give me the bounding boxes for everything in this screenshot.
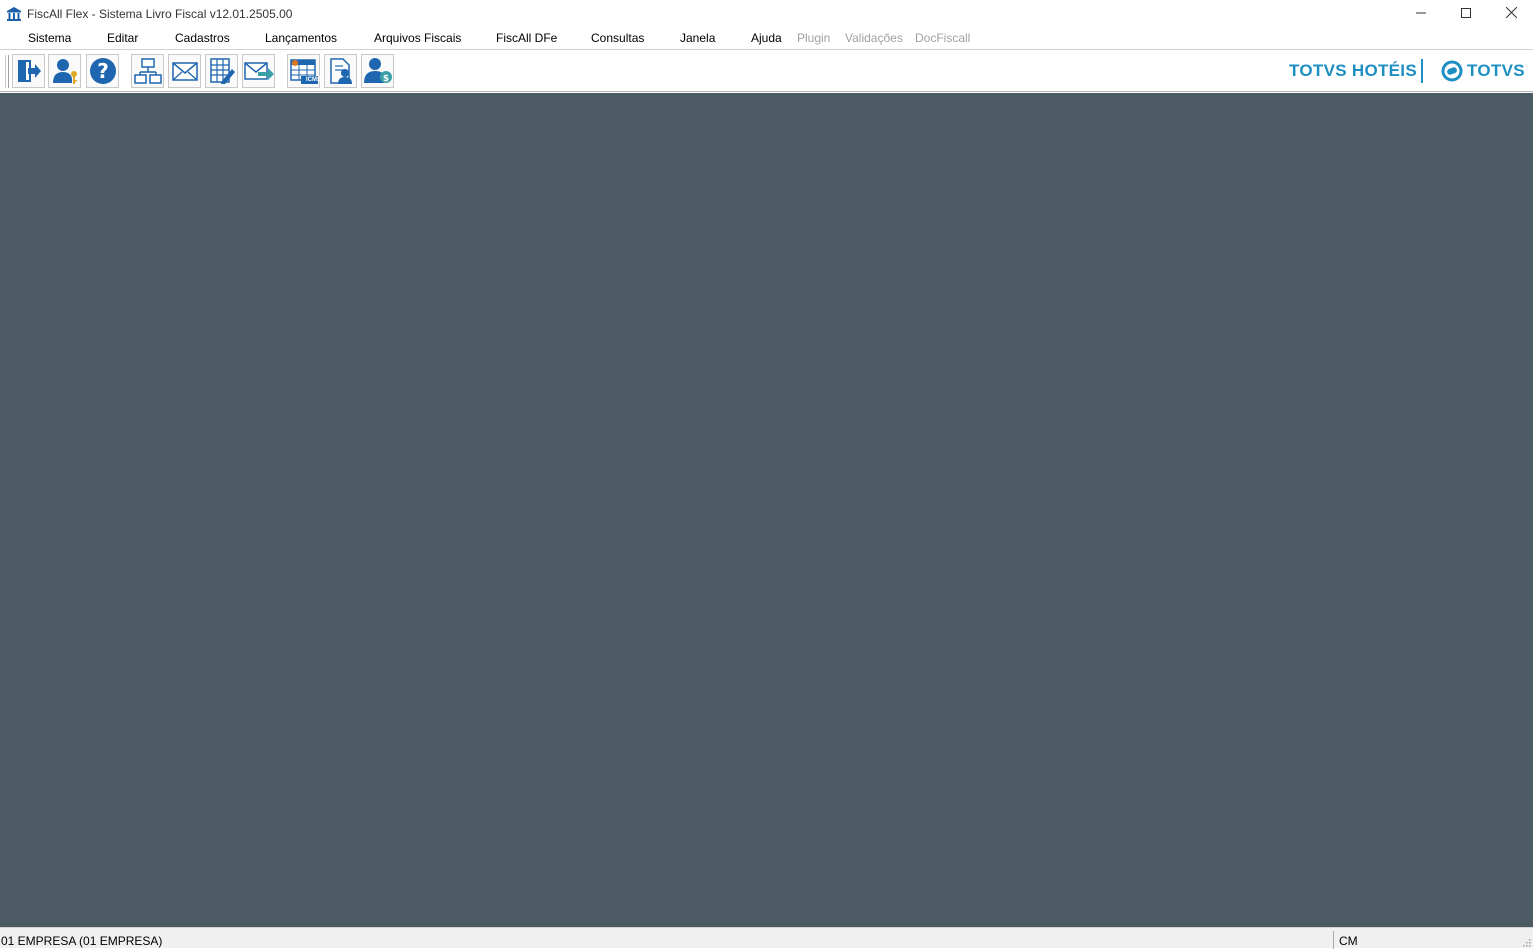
icms-button[interactable]: ICMS: [287, 54, 321, 88]
spreadsheet-edit-icon: [208, 57, 236, 85]
menu-bar: Sistema Editar Cadastros Lançamentos Arq…: [0, 28, 1533, 49]
structure-button[interactable]: [131, 54, 164, 88]
toolbar-grip-line: [8, 55, 9, 88]
exit-button[interactable]: [12, 54, 45, 88]
title-bar[interactable]: FiscAll Flex - Sistema Livro Fiscal v12.…: [0, 0, 1533, 28]
menu-validacoes: Validações: [845, 31, 903, 45]
brand-separator: [1421, 59, 1423, 83]
mdi-workspace: [0, 93, 1533, 927]
mail-button[interactable]: [168, 54, 201, 88]
maximize-icon: [1461, 7, 1471, 21]
menu-arquivos-fiscais[interactable]: Arquivos Fiscais: [374, 31, 461, 45]
menu-fiscall-dfe[interactable]: FiscAll DFe: [496, 31, 557, 45]
menu-consultas[interactable]: Consultas: [591, 31, 644, 45]
menu-docfiscall: DocFiscall: [915, 31, 971, 45]
maximize-button[interactable]: [1443, 0, 1489, 28]
totvs-hoteis-logo: TOTVS HOTÉIS: [1289, 61, 1417, 80]
user-money-button[interactable]: $: [361, 54, 394, 88]
minimize-icon: [1416, 7, 1426, 21]
menu-ajuda[interactable]: Ajuda: [751, 31, 782, 45]
user-login-button[interactable]: [48, 54, 81, 88]
send-mail-button[interactable]: [242, 54, 275, 88]
status-mode: CM: [1339, 934, 1358, 948]
document-user-button[interactable]: [324, 54, 357, 88]
svg-text:?: ?: [97, 59, 109, 83]
menu-editar[interactable]: Editar: [107, 31, 138, 45]
totvs-logo-icon: [1441, 60, 1463, 85]
menu-lancamentos[interactable]: Lançamentos: [265, 31, 337, 45]
minimize-button[interactable]: [1398, 0, 1444, 28]
status-company: 01 EMPRESA (01 EMPRESA): [1, 934, 163, 948]
menu-cadastros[interactable]: Cadastros: [175, 31, 230, 45]
bank-building-icon[interactable]: [6, 6, 22, 22]
svg-text:$: $: [382, 74, 388, 84]
document-user-icon: [327, 57, 355, 85]
icms-badge: ICMS: [306, 77, 321, 83]
menu-sistema[interactable]: Sistema: [28, 31, 71, 45]
user-money-icon: $: [363, 57, 393, 85]
org-structure-icon: [133, 57, 162, 85]
help-button[interactable]: ?: [86, 54, 119, 88]
close-button[interactable]: [1488, 0, 1533, 28]
exit-door-icon: [15, 57, 43, 85]
spreadsheet-button[interactable]: [205, 54, 238, 88]
status-divider: [1333, 931, 1334, 949]
resize-grip-icon[interactable]: [1521, 936, 1531, 947]
menu-janela[interactable]: Janela: [680, 31, 715, 45]
window-title: FiscAll Flex - Sistema Livro Fiscal v12.…: [27, 7, 293, 21]
envelope-icon: [171, 57, 199, 85]
close-icon: [1505, 6, 1517, 21]
status-bar: 01 EMPRESA (01 EMPRESA) CM: [0, 927, 1533, 949]
totvs-logo: TOTVS: [1467, 61, 1525, 80]
help-icon: ?: [89, 57, 117, 85]
user-key-icon: [51, 57, 79, 85]
send-mail-icon: [243, 57, 274, 85]
menu-plugin: Plugin: [797, 31, 831, 45]
